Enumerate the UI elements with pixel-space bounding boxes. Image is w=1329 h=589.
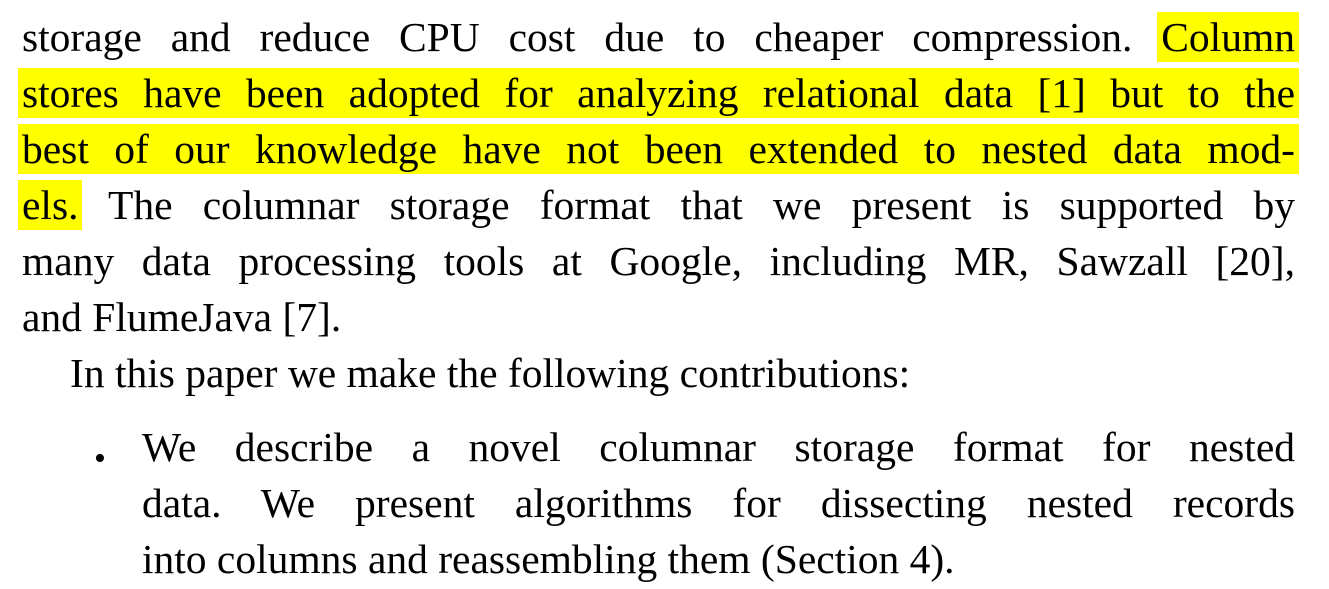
highlighted-text: best of our knowledge have not been exte…	[18, 124, 1299, 174]
text-span: data. We present algorithms for dissecti…	[142, 480, 1295, 526]
text-line: into columns and reassembling them (Sect…	[142, 531, 955, 587]
text-line: We describe a novel columnar storage for…	[142, 419, 1295, 475]
text-line: els. The columnar storage format that we…	[18, 177, 1295, 233]
text-line: data. We present algorithms for dissecti…	[142, 475, 1295, 531]
text-span: In this paper we make the following cont…	[70, 350, 911, 396]
text-span: The columnar storage format that we pres…	[107, 182, 1295, 228]
text-span: storage and reduce CPU cost due to cheap…	[22, 14, 1133, 60]
text-line: In this paper we make the following cont…	[70, 345, 910, 401]
text-line: storage and reduce CPU cost due to cheap…	[22, 9, 1299, 65]
text-line: and FlumeJava [7].	[22, 289, 341, 345]
text-span: into columns and reassembling them (Sect…	[142, 536, 955, 582]
highlighted-text: els.	[18, 180, 83, 230]
highlighted-text: Column	[1157, 12, 1299, 62]
text-line: many data processing tools at Google, in…	[22, 233, 1295, 289]
bullet-marker: •	[94, 440, 106, 477]
highlighted-text: stores have been adopted for analyzing r…	[18, 68, 1299, 118]
text-span: many data processing tools at Google, in…	[22, 238, 1295, 284]
text-line: best of our knowledge have not been exte…	[18, 121, 1299, 177]
text-span: and FlumeJava [7].	[22, 294, 342, 340]
text-line: stores have been adopted for analyzing r…	[18, 65, 1299, 121]
text-span: We describe a novel columnar storage for…	[142, 424, 1295, 470]
